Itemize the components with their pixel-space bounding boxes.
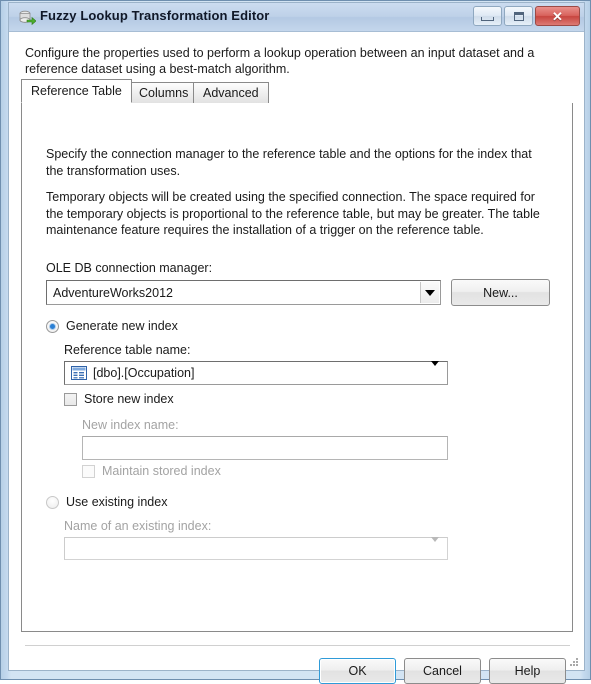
radio-use-existing-index-label: Use existing index [66,495,168,509]
close-icon: ✕ [552,8,563,24]
connection-manager-value: AdventureWorks2012 [53,285,173,300]
tab-advanced[interactable]: Advanced [193,82,269,103]
connection-manager-combo[interactable]: AdventureWorks2012 [46,280,441,305]
fuzzy-lookup-icon [18,9,37,27]
window-frame: Fuzzy Lookup Transformation Editor ✕ Con… [0,0,591,684]
resize-grip[interactable] [568,655,580,667]
checkbox-maintain-stored-index-label: Maintain stored index [102,464,221,478]
new-index-name-input[interactable] [82,436,448,460]
ok-button[interactable]: OK [319,658,396,684]
new-connection-button[interactable]: New... [451,279,550,306]
radio-use-existing-index[interactable]: Use existing index [46,495,167,509]
checkbox-store-new-index-mark [64,392,77,406]
existing-index-combo[interactable] [64,536,448,560]
tab-page-reference-table: Specify the connection manager to the re… [21,103,573,632]
checkbox-maintain-stored-index-mark [82,464,95,478]
window-inner: Fuzzy Lookup Transformation Editor ✕ Con… [8,2,585,684]
connection-manager-label: OLE DB connection manager: [46,261,213,275]
maximize-icon [513,11,524,21]
new-index-name-label: New index name: [82,418,179,432]
intro-text: Configure the properties used to perform… [25,46,535,76]
existing-index-dropdown-arrow[interactable] [431,536,439,556]
minimize-button[interactable] [473,6,502,26]
title-bar[interactable]: Fuzzy Lookup Transformation Editor ✕ [9,3,584,32]
help-button[interactable]: Help [489,658,566,684]
radio-generate-new-index-label: Generate new index [66,319,178,333]
window-controls: ✕ [473,6,580,26]
reference-table-value: [dbo].[Occupation] [93,366,195,380]
radio-generate-new-index-mark [46,319,59,333]
cancel-button[interactable]: Cancel [404,658,481,684]
footer-separator [25,645,570,646]
tab-columns[interactable]: Columns [129,82,199,103]
description-line-2: Temporary objects will be created using … [46,190,540,237]
radio-generate-new-index[interactable]: Generate new index [46,319,178,333]
close-button[interactable]: ✕ [535,6,580,26]
chevron-down-icon [431,536,439,556]
tab-reference-table[interactable]: Reference Table [21,79,132,103]
minimize-icon [481,16,494,21]
checkbox-maintain-stored-index[interactable]: Maintain stored index [82,464,221,478]
tab-strip: Reference Table Columns Advanced [21,79,573,104]
table-icon [71,366,87,380]
maximize-button[interactable] [504,6,533,26]
reference-table-label: Reference table name: [64,343,191,357]
window-title: Fuzzy Lookup Transformation Editor [40,8,270,23]
description-line-1: Specify the connection manager to the re… [46,147,532,178]
reference-table-dropdown-arrow[interactable] [431,361,439,380]
connection-manager-dropdown-arrow[interactable] [420,282,439,303]
radio-use-existing-index-mark [46,495,59,509]
chevron-down-icon [425,289,435,296]
reference-table-combo[interactable]: [dbo].[Occupation] [64,361,448,385]
chevron-down-icon [431,361,439,380]
checkbox-store-new-index[interactable]: Store new index [64,392,174,406]
checkbox-store-new-index-label: Store new index [84,392,174,406]
dialog-body: Configure the properties used to perform… [9,32,584,684]
existing-index-name-label: Name of an existing index: [64,519,212,533]
